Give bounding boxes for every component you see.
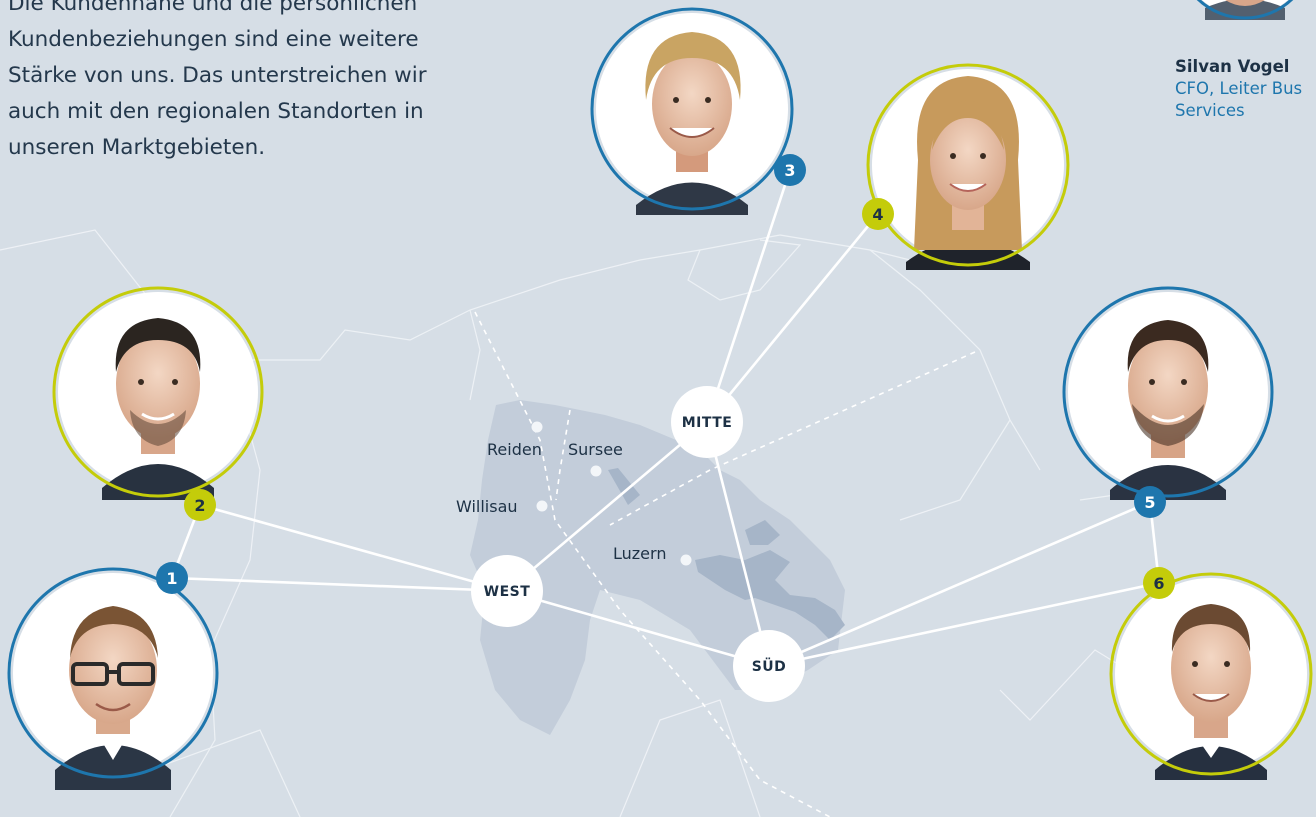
hub-label-mitte: MITTE <box>682 415 733 431</box>
place-label-willisau: Willisau <box>456 497 518 516</box>
hub-west: WEST <box>471 555 543 627</box>
hub-label-sued: SÜD <box>752 657 787 675</box>
hub-mitte: MITTE <box>671 386 743 458</box>
place-dot-reiden <box>531 421 543 433</box>
portrait-4 <box>866 63 1070 270</box>
badge-1-number: 1 <box>166 569 177 588</box>
place-label-luzern: Luzern <box>613 544 666 563</box>
badge-6-number: 6 <box>1153 574 1164 593</box>
place-label-reiden: Reiden <box>487 440 542 459</box>
badge-3: 3 <box>774 154 806 186</box>
place-dot-willisau <box>536 500 548 512</box>
badge-5: 5 <box>1134 486 1166 518</box>
network-map: Reiden Sursee Willisau Luzern MITTE WEST… <box>0 0 1313 817</box>
badge-3-number: 3 <box>784 161 795 180</box>
badge-2-number: 2 <box>194 496 205 515</box>
portrait-5 <box>1062 286 1274 500</box>
badge-6: 6 <box>1143 567 1175 599</box>
person-photo-4 <box>906 76 1030 270</box>
badge-5-number: 5 <box>1144 493 1155 512</box>
portrait-top-right <box>1196 0 1294 20</box>
hub-label-west: WEST <box>484 584 531 600</box>
portrait-6 <box>1109 572 1313 780</box>
badge-4: 4 <box>862 198 894 230</box>
badge-2: 2 <box>184 489 216 521</box>
place-dot-sursee <box>590 465 602 477</box>
badge-4-number: 4 <box>872 205 883 224</box>
portrait-3 <box>590 7 794 215</box>
hub-sued: SÜD <box>733 630 805 702</box>
place-dot-luzern <box>680 554 692 566</box>
place-label-sursee: Sursee <box>568 440 623 459</box>
badge-1: 1 <box>156 562 188 594</box>
portrait-2 <box>52 286 264 500</box>
